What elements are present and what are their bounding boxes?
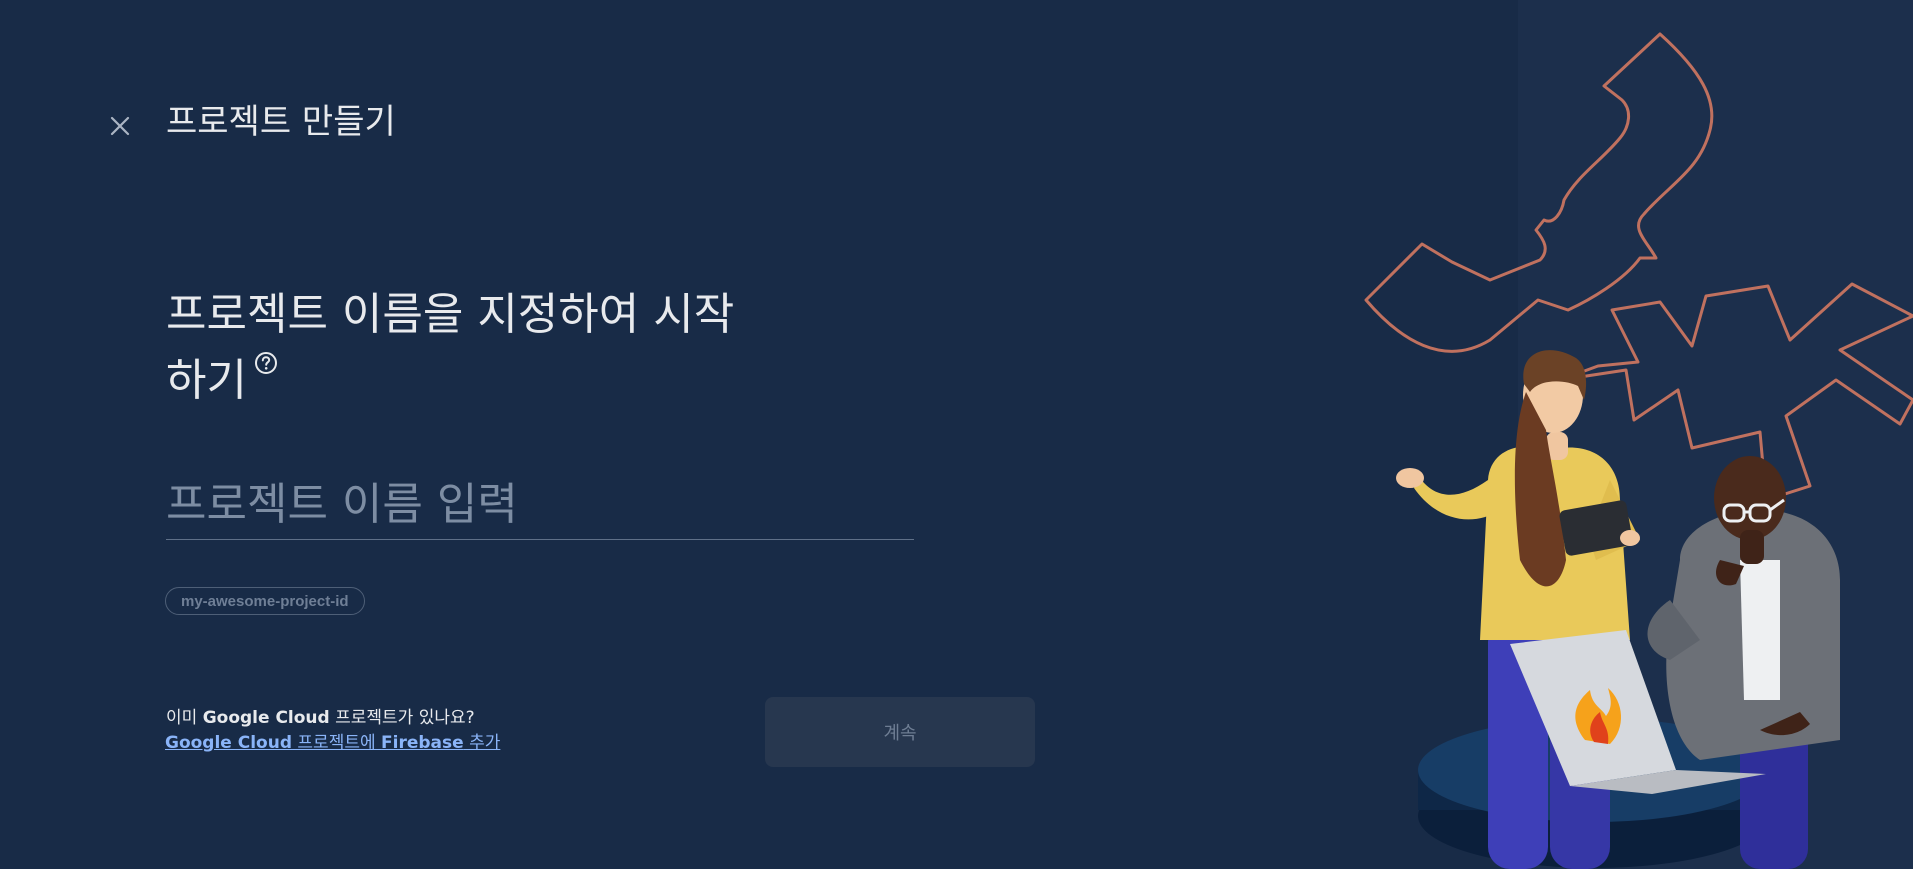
close-icon <box>110 116 130 136</box>
gc-link-suffix: 추가 <box>463 733 501 753</box>
google-cloud-question: 이미 Google Cloud 프로젝트가 있나요? <box>166 706 475 730</box>
add-firebase-to-gcp-link[interactable]: Google Cloud 프로젝트에 Firebase 추가 <box>165 731 500 755</box>
heading-line-2-text: 하기 <box>166 355 247 406</box>
gc-question-suffix: 프로젝트가 있나요? <box>329 708 475 728</box>
create-project-page: 프로젝트 만들기 프로젝트 이름을 지정하여 시작 하기 my-awesome-… <box>0 0 1913 869</box>
decorative-outline-shapes <box>1364 32 1913 502</box>
heading-line-1: 프로젝트 이름을 지정하여 시작 <box>166 289 735 340</box>
heading-line-2: 하기 <box>166 348 866 414</box>
continue-button[interactable]: 계속 <box>765 697 1035 767</box>
close-button[interactable] <box>100 106 140 146</box>
project-name-input[interactable] <box>166 470 914 540</box>
help-circle-icon[interactable] <box>253 350 279 376</box>
gc-link-firebase: Firebase <box>381 733 464 753</box>
illustration <box>1364 32 1913 869</box>
gc-link-text: 프로젝트에 <box>292 733 382 753</box>
page-title: 프로젝트 만들기 <box>166 102 396 142</box>
gc-link-brand: Google Cloud <box>165 733 293 753</box>
project-id-chip[interactable]: my-awesome-project-id <box>165 587 365 615</box>
gc-question-prefix: 이미 <box>166 708 203 728</box>
gc-question-brand: Google Cloud <box>202 708 330 728</box>
heading: 프로젝트 이름을 지정하여 시작 하기 <box>166 282 866 414</box>
